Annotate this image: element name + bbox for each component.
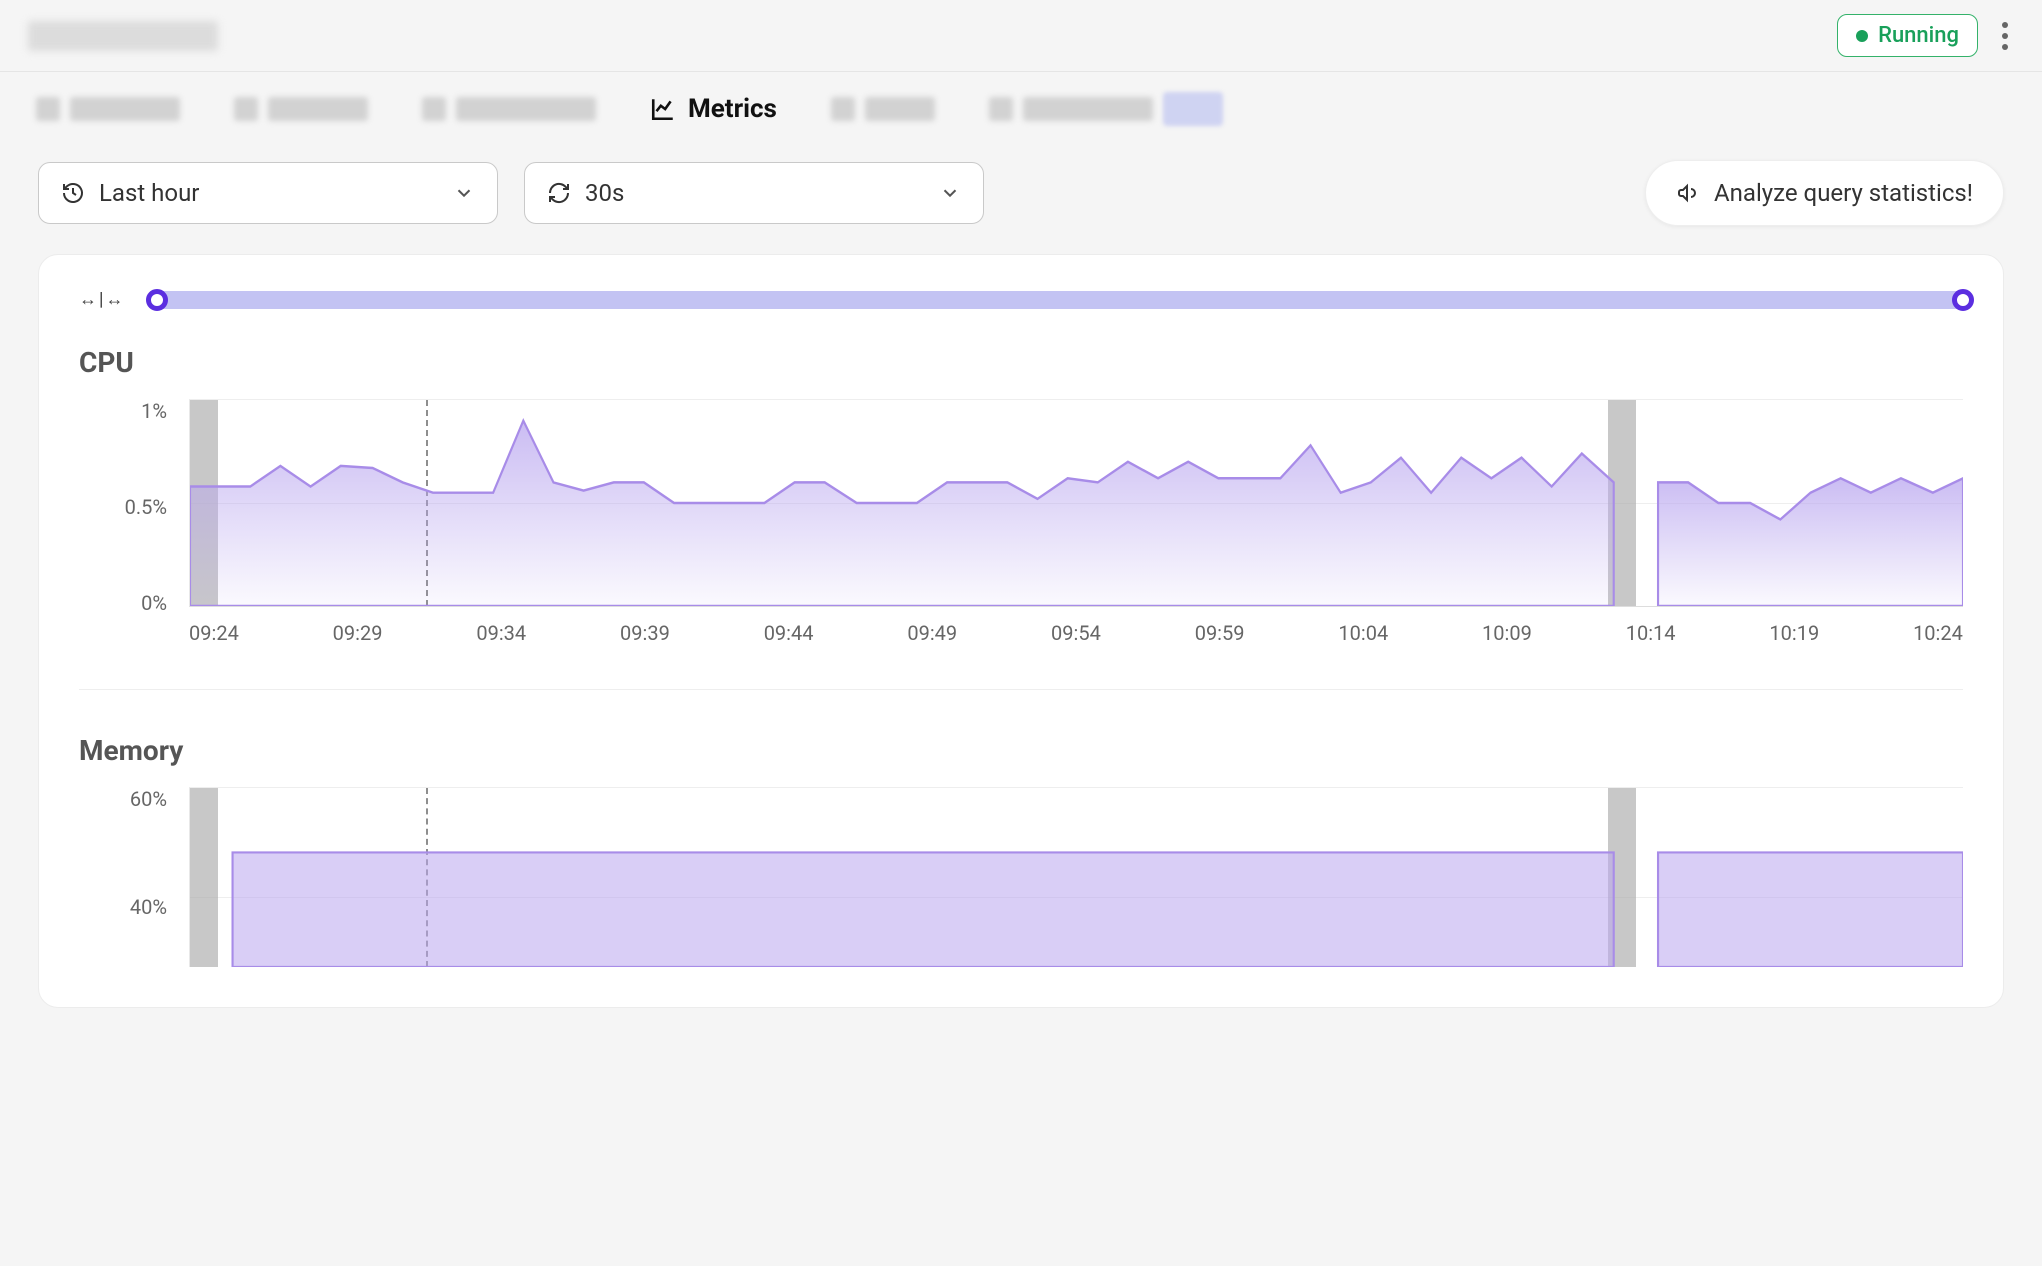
expand-horizontal-icon[interactable]: ↔|↔ (79, 289, 125, 310)
x-tick: 09:59 (1195, 621, 1245, 645)
tab-metrics[interactable]: Metrics (650, 94, 777, 124)
chart-title-cpu: CPU (79, 346, 1963, 379)
time-range-select[interactable]: Last hour (38, 162, 498, 224)
x-tick: 10:04 (1338, 621, 1388, 645)
status-dot-icon (1856, 30, 1868, 42)
refresh-interval-label: 30s (585, 179, 624, 207)
x-tick: 09:34 (476, 621, 526, 645)
time-brush-row: ↔|↔ (79, 289, 1963, 310)
tab-redacted-1[interactable] (36, 97, 180, 121)
x-tick: 09:49 (907, 621, 957, 645)
metrics-controls: Last hour 30s Analyze query statistics! (0, 150, 2042, 254)
memory-y-axis: 60% 40% (79, 787, 179, 967)
more-actions-button[interactable] (1996, 16, 2014, 56)
cpu-plot-area[interactable] (189, 399, 1963, 607)
refresh-icon (547, 181, 571, 205)
metrics-card: ↔|↔ CPU 1% 0.5% 0% (38, 254, 2004, 1008)
x-tick: 09:54 (1051, 621, 1101, 645)
tab-redacted-2[interactable] (234, 97, 368, 121)
history-icon (61, 181, 85, 205)
memory-plot-area[interactable] (189, 787, 1963, 967)
x-tick: 09:24 (189, 621, 239, 645)
x-tick: 10:14 (1626, 621, 1676, 645)
y-tick: 0.5% (125, 495, 167, 519)
time-range-label: Last hour (99, 179, 199, 207)
page-header: Running (0, 0, 2042, 72)
x-tick: 09:39 (620, 621, 670, 645)
cpu-area-series (190, 400, 1963, 606)
chart-divider (79, 689, 1963, 690)
brush-handle-end[interactable] (1952, 289, 1974, 311)
status-badge: Running (1837, 14, 1978, 57)
header-actions: Running (1837, 14, 2014, 57)
y-tick: 0% (141, 591, 167, 615)
tab-redacted-3[interactable] (422, 97, 596, 121)
tab-redacted-4[interactable] (831, 97, 935, 121)
brush-handle-start[interactable] (146, 289, 168, 311)
y-tick: 1% (141, 399, 167, 423)
tab-metrics-label: Metrics (688, 94, 777, 124)
analyze-query-stats-button[interactable]: Analyze query statistics! (1645, 160, 2004, 226)
memory-chart: 60% 40% (79, 787, 1963, 967)
status-label: Running (1878, 23, 1959, 48)
tab-redacted-5[interactable] (989, 92, 1223, 126)
cpu-chart: 1% 0.5% 0% 09:24 09:29 0 (79, 399, 1963, 645)
analyze-label: Analyze query statistics! (1714, 179, 1973, 207)
memory-area-series (190, 788, 1963, 967)
line-chart-icon (650, 96, 676, 122)
cpu-y-axis: 1% 0.5% 0% (79, 399, 179, 615)
x-tick: 09:44 (764, 621, 814, 645)
chart-title-memory: Memory (79, 734, 1963, 767)
cpu-x-axis: 09:24 09:29 09:34 09:39 09:44 09:49 09:5… (189, 607, 1963, 645)
x-tick: 10:19 (1769, 621, 1819, 645)
megaphone-icon (1676, 181, 1700, 205)
x-tick: 09:29 (333, 621, 383, 645)
chevron-down-icon (939, 182, 961, 204)
instance-title-redacted (28, 21, 218, 51)
x-tick: 10:24 (1913, 621, 1963, 645)
nav-tabs: Metrics (0, 72, 2042, 150)
time-brush-slider[interactable] (157, 291, 1963, 309)
x-tick: 10:09 (1482, 621, 1532, 645)
chevron-down-icon (453, 182, 475, 204)
y-tick: 40% (130, 895, 167, 919)
refresh-interval-select[interactable]: 30s (524, 162, 984, 224)
y-tick: 60% (130, 787, 167, 811)
